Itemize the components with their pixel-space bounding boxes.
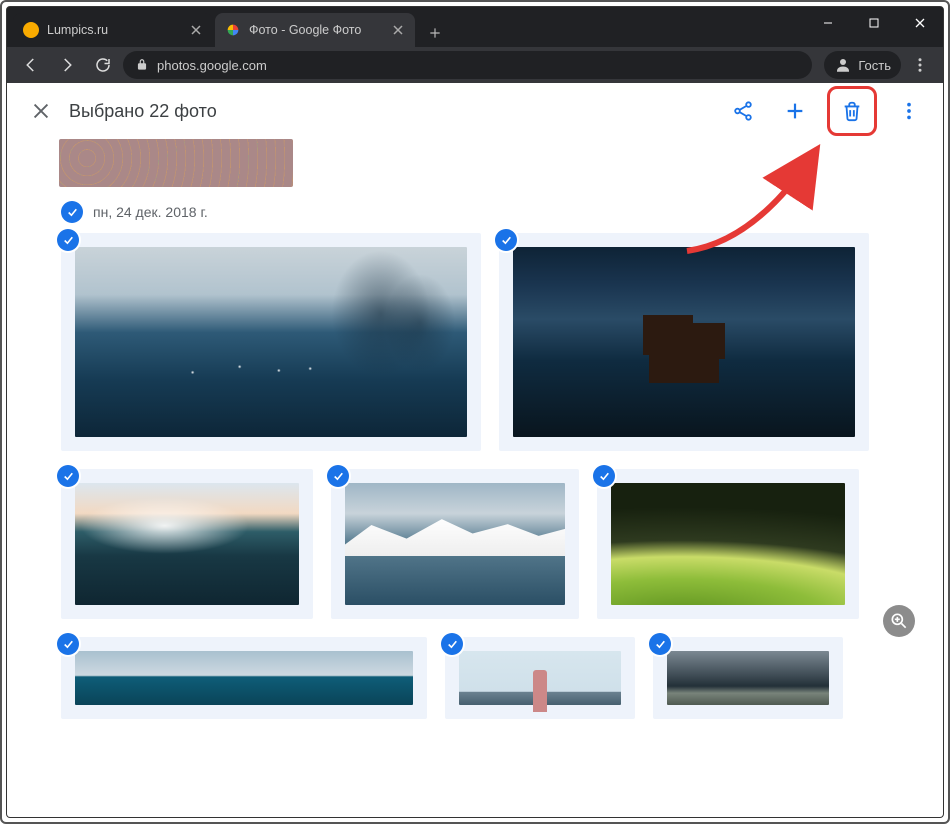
boats-photo	[75, 247, 467, 437]
hill-photo	[75, 483, 299, 605]
selection-count-text: Выбрано 22 фото	[69, 101, 723, 122]
delete-button-highlight	[827, 86, 877, 136]
selected-check-icon[interactable]	[57, 465, 79, 487]
photo-item[interactable]	[61, 469, 313, 619]
browser-window: Lumpics.ru Фото - Google Фото	[6, 6, 944, 818]
address-bar: photos.google.com Гость	[7, 47, 943, 83]
close-tab-icon[interactable]	[391, 23, 405, 37]
maximize-button[interactable]	[851, 7, 897, 39]
new-tab-button[interactable]	[421, 19, 449, 47]
google-photos-page: Выбрано 22 фото	[7, 83, 943, 817]
photo-item[interactable]	[653, 637, 843, 719]
lock-icon	[135, 58, 149, 72]
green-hills-photo	[611, 483, 845, 605]
tab-strip: Lumpics.ru Фото - Google Фото	[7, 7, 943, 47]
photo-row-3	[21, 637, 929, 719]
photo-item[interactable]	[331, 469, 579, 619]
url-box[interactable]: photos.google.com	[123, 51, 812, 79]
photo-item[interactable]	[445, 637, 635, 719]
selection-header: Выбрано 22 фото	[7, 83, 943, 139]
close-window-button[interactable]	[897, 7, 943, 39]
selected-check-icon[interactable]	[57, 229, 79, 251]
photo-item[interactable]	[61, 233, 481, 451]
tab-title: Lumpics.ru	[47, 23, 183, 37]
selected-check-icon[interactable]	[441, 633, 463, 655]
tab-lumpics[interactable]: Lumpics.ru	[13, 13, 213, 47]
photo-item[interactable]	[597, 469, 859, 619]
photo-row-1	[21, 233, 929, 451]
delete-button[interactable]	[832, 91, 872, 131]
stones-photo	[59, 139, 293, 187]
lighthouse-photo	[459, 651, 621, 705]
sea-photo	[75, 651, 413, 705]
close-tab-icon[interactable]	[189, 23, 203, 37]
favicon-lumpics	[23, 22, 39, 38]
screenshot-frame: Lumpics.ru Фото - Google Фото	[0, 0, 950, 824]
storm-photo	[667, 651, 829, 705]
share-button[interactable]	[723, 91, 763, 131]
zoom-icon[interactable]	[883, 605, 915, 637]
castle-photo	[513, 247, 855, 437]
more-options-button[interactable]	[889, 91, 929, 131]
avatar-icon	[834, 56, 852, 74]
selected-check-icon[interactable]	[495, 229, 517, 251]
date-selected-icon[interactable]	[61, 201, 83, 223]
selected-check-icon[interactable]	[649, 633, 671, 655]
photo-item[interactable]	[499, 233, 869, 451]
clear-selection-button[interactable]	[21, 91, 61, 131]
add-to-button[interactable]	[775, 91, 815, 131]
reload-button[interactable]	[87, 49, 119, 81]
header-actions	[723, 86, 929, 136]
photo-item[interactable]	[61, 637, 427, 719]
favicon-google-photos	[225, 22, 241, 38]
selected-check-icon[interactable]	[57, 633, 79, 655]
date-header-row[interactable]: пн, 24 дек. 2018 г.	[61, 201, 929, 223]
selected-check-icon[interactable]	[593, 465, 615, 487]
tab-google-photos[interactable]: Фото - Google Фото	[215, 13, 415, 47]
selected-check-icon[interactable]	[327, 465, 349, 487]
url-text: photos.google.com	[157, 58, 267, 73]
forward-button[interactable]	[51, 49, 83, 81]
photo-row-2	[21, 469, 929, 619]
window-controls	[805, 7, 943, 39]
minimize-button[interactable]	[805, 7, 851, 39]
tab-title: Фото - Google Фото	[249, 23, 385, 37]
browser-menu-button[interactable]	[905, 50, 935, 80]
previous-group-thumbnail[interactable]	[59, 139, 929, 187]
profile-chip[interactable]: Гость	[824, 51, 901, 79]
lake-photo	[345, 483, 565, 605]
profile-label: Гость	[858, 58, 891, 73]
back-button[interactable]	[15, 49, 47, 81]
date-label: пн, 24 дек. 2018 г.	[93, 204, 208, 220]
photo-grid-content: пн, 24 дек. 2018 г.	[7, 139, 943, 817]
